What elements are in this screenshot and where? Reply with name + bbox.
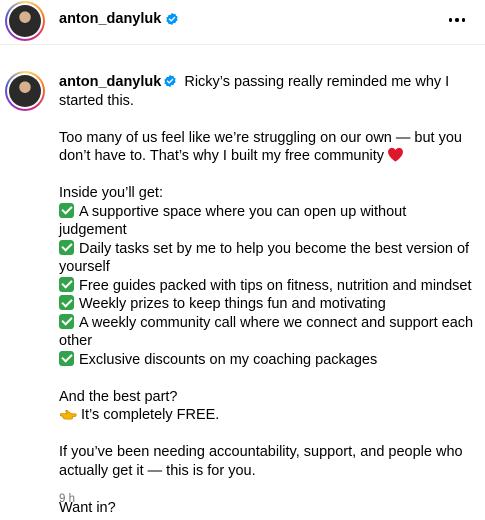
- benefit-item: Exclusive discounts on my coaching packa…: [59, 350, 474, 370]
- header-avatar[interactable]: [5, 1, 45, 41]
- want-in-text: Want in?: [59, 499, 116, 516]
- more-options-icon[interactable]: [445, 9, 469, 31]
- check-mark-icon: [59, 350, 74, 366]
- benefit-text: A supportive space where you can open up…: [59, 203, 407, 239]
- verified-badge-icon: [166, 12, 178, 26]
- benefit-text: A weekly community call where we connect…: [59, 314, 474, 350]
- verified-badge-icon: [164, 74, 176, 88]
- caption-username[interactable]: anton_danyluk: [59, 74, 161, 90]
- caption-intro: anton_danyluk Ricky’s passing really rem…: [59, 73, 474, 110]
- check-mark-icon: [59, 295, 74, 310]
- benefit-text: Free guides packed with tips on fitness,…: [79, 277, 472, 294]
- best-part-text: And the best part?: [59, 388, 178, 405]
- benefit-text: Daily tasks set by me to help you become…: [59, 240, 470, 276]
- check-mark-icon: [59, 202, 74, 218]
- benefit-item: A supportive space where you can open up…: [59, 202, 474, 240]
- benefit-text: Weekly prizes to keep things fun and mot…: [79, 296, 386, 312]
- inside-heading: Inside you’ll get:: [59, 185, 163, 201]
- benefit-item: Daily tasks set by me to help you become…: [59, 239, 474, 277]
- red-heart-icon: [388, 147, 403, 162]
- caption-avatar[interactable]: [5, 71, 45, 111]
- post-caption: anton_danyluk Ricky’s passing really rem…: [59, 73, 474, 517]
- check-mark-icon: [59, 239, 74, 255]
- community-paragraph: Too many of us feel like we’re strugglin…: [59, 129, 474, 166]
- benefit-item: Free guides packed with tips on fitness,…: [59, 276, 474, 296]
- post-header: anton_danyluk: [0, 0, 485, 45]
- accountability-text: If you’ve been needing accountability, s…: [59, 444, 463, 479]
- check-mark-icon: [59, 313, 74, 329]
- benefit-item: A weekly community call where we connect…: [59, 313, 474, 351]
- check-mark-icon: [59, 276, 74, 292]
- pointing-hand-icon: [60, 409, 77, 420]
- benefit-item: Weekly prizes to keep things fun and mot…: [59, 295, 474, 314]
- header-username[interactable]: anton_danyluk: [59, 10, 161, 28]
- post-timestamp[interactable]: 9 h: [59, 493, 75, 505]
- benefit-text: Exclusive discounts on my coaching packa…: [79, 351, 378, 368]
- free-line: It’s completely FREE.: [59, 406, 474, 425]
- free-text: It’s completely FREE.: [81, 407, 220, 423]
